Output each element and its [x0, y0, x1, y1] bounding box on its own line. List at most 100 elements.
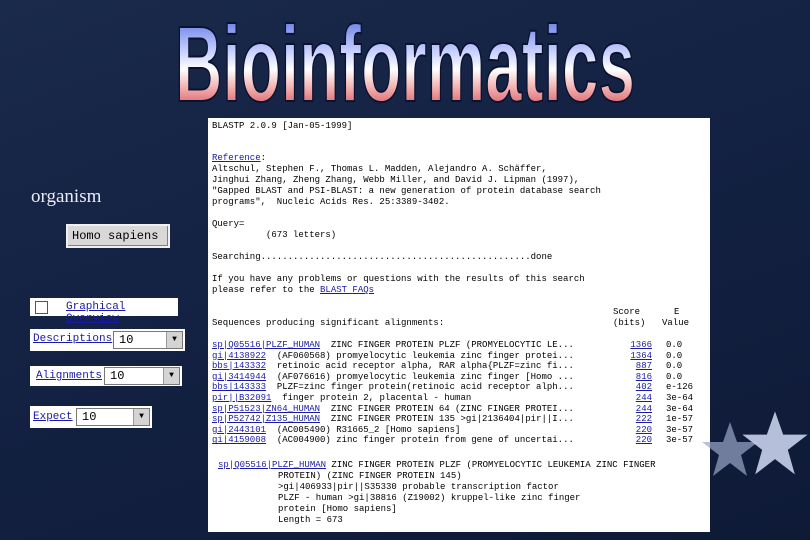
- hit-description: retinoic acid receptor alpha, RAR alpha{…: [266, 361, 574, 372]
- chevron-down-icon: ▼: [166, 332, 182, 348]
- hit-score-link[interactable]: 1366: [628, 340, 652, 351]
- hit-evalue: 3e-64: [666, 403, 694, 414]
- hit-score-link[interactable]: 402: [628, 382, 652, 393]
- graphical-overview-option: Graphical Overview: [30, 298, 178, 325]
- detail-line: >gi|406933|pir||S35330 probable transcri…: [278, 482, 559, 492]
- query-label: Query=: [212, 219, 245, 229]
- blast-result-panel: BLASTP 2.0.9 [Jan-05-1999] Reference: Al…: [208, 118, 710, 532]
- hit-row: pir||B32091 finger protein 2, placental …: [212, 393, 706, 404]
- hit-row: gi|4159008 (AC004900) zinc finger protei…: [212, 435, 706, 446]
- hit-description: (AC005490) R31665_2 [Homo sapiens]: [266, 424, 461, 435]
- hit-evalue: e-126: [666, 382, 694, 393]
- blast-version: BLASTP 2.0.9 [Jan-05-1999]: [212, 121, 353, 131]
- hit-row: gi|4138922 (AF060568) promyelocytic leuk…: [212, 351, 706, 362]
- blast-faq-link[interactable]: BLAST FAQs: [320, 285, 374, 295]
- chevron-down-icon: ▼: [163, 368, 179, 384]
- hit-accession-link[interactable]: gi|2443101: [212, 425, 266, 435]
- column-bits: (bits): [613, 318, 646, 328]
- hit-score-link[interactable]: 220: [628, 435, 652, 446]
- reference-text: programs", Nucleic Acids Res. 25:3389-34…: [212, 197, 450, 207]
- hit-accession-link[interactable]: bbs|143333: [212, 382, 266, 392]
- alignments-value: 10: [110, 369, 125, 383]
- alignments-option: Alignments 10 ▼: [30, 366, 182, 386]
- bioinformatics-title: Bioinformatics: [170, 2, 640, 125]
- reference-link[interactable]: Reference: [212, 153, 261, 163]
- hit-description: (AC004900) zinc finger protein from gene…: [266, 435, 574, 446]
- detail-line: Length = 673: [278, 515, 343, 525]
- alignments-link[interactable]: Alignments: [36, 370, 102, 382]
- hit-score-link[interactable]: 887: [628, 361, 652, 372]
- reference-text: Altschul, Stephen F., Thomas L. Madden, …: [212, 164, 547, 174]
- hit-score-link[interactable]: 1364: [628, 351, 652, 362]
- hit-score-link[interactable]: 222: [628, 414, 652, 425]
- hit-row: sp|Q05516|PLZF_HUMAN ZINC FINGER PROTEIN…: [212, 340, 706, 351]
- sequences-heading: Sequences producing significant alignmen…: [212, 318, 445, 328]
- hit-evalue: 0.0: [666, 350, 683, 361]
- hit-description: finger protein 2, placental - human: [271, 393, 472, 403]
- hit-row: gi|3414944 (AF076616) promyelocytic leuk…: [212, 372, 706, 383]
- chevron-down-icon: ▼: [133, 409, 149, 425]
- detail-line: PROTEIN) (ZINC FINGER PROTEIN 145): [278, 471, 462, 481]
- hit-description: (AF076616) promyelocytic leukemia zinc f…: [266, 371, 574, 382]
- query-letters: (673 letters): [266, 230, 337, 240]
- hit-row: bbs|143333 PLZF=zinc finger protein(reti…: [212, 382, 706, 393]
- hit-evalue: 3e-64: [666, 393, 694, 403]
- column-e: E: [674, 307, 680, 317]
- title-text: Bioinformatics: [175, 6, 635, 116]
- hit-accession-link[interactable]: sp|Q05516|PLZF_HUMAN: [212, 340, 320, 350]
- hit-accession-link[interactable]: pir||B32091: [212, 393, 271, 403]
- searching-status: Searching...............................…: [212, 252, 553, 262]
- detail-line: PLZF - human >gi|38816 (Z19002) kruppel-…: [278, 493, 581, 503]
- hit-row: sp|P51523|ZN64_HUMAN ZINC FINGER PROTEIN…: [212, 404, 706, 415]
- hit-row: bbs|143332 retinoic acid receptor alpha,…: [212, 361, 706, 372]
- descriptions-link[interactable]: Descriptions: [33, 333, 112, 345]
- hit-description: ZINC FINGER PROTEIN 64 (ZINC FINGER PROT…: [320, 403, 574, 414]
- hit-description: ZINC FINGER PROTEIN 135 >gi|2136404|pir|…: [320, 414, 574, 425]
- problems-text-2: please refer to the BLAST FAQs: [212, 285, 375, 295]
- detail-header: sp|Q05516|PLZF_HUMAN ZINC FINGER PROTEIN…: [218, 460, 656, 470]
- hit-evalue: 3e-57: [666, 424, 694, 435]
- problems-text: If you have any problems or questions wi…: [212, 274, 585, 284]
- hit-description: PLZF=zinc finger protein(retinoic acid r…: [266, 382, 574, 393]
- detail-accession-link[interactable]: sp|Q05516|PLZF_HUMAN: [218, 460, 326, 470]
- hit-description: (AF060568) promyelocytic leukemia zinc f…: [266, 350, 574, 361]
- expect-select[interactable]: 10 ▼: [76, 408, 150, 426]
- hit-score-link[interactable]: 220: [628, 425, 652, 436]
- reference-text: "Gapped BLAST and PSI-BLAST: a new gener…: [212, 186, 601, 196]
- column-value: Value: [662, 318, 690, 328]
- hit-evalue: 0.0: [666, 371, 683, 382]
- hit-evalue: 0.0: [666, 361, 683, 372]
- hit-evalue: 1e-57: [666, 414, 694, 425]
- column-score: Score: [613, 307, 641, 317]
- hit-accession-link[interactable]: gi|4159008: [212, 435, 266, 445]
- graphical-overview-link[interactable]: Graphical Overview: [66, 301, 178, 325]
- expect-option: Expect 10 ▼: [30, 406, 152, 428]
- hit-accession-link[interactable]: bbs|143332: [212, 361, 266, 371]
- expect-link[interactable]: Expect: [33, 411, 73, 423]
- organism-label: organism: [31, 186, 102, 207]
- hit-score-link[interactable]: 816: [628, 372, 652, 383]
- descriptions-select[interactable]: 10 ▼: [113, 331, 183, 349]
- expect-value: 10: [82, 410, 97, 424]
- hit-accession-link[interactable]: gi|3414944: [212, 372, 266, 382]
- hit-row: gi|2443101 (AC005490) R31665_2 [Homo sap…: [212, 425, 706, 436]
- hit-score-link[interactable]: 244: [628, 393, 652, 404]
- hit-accession-link[interactable]: gi|4138922: [212, 351, 266, 361]
- alignments-select[interactable]: 10 ▼: [104, 367, 180, 385]
- hit-score-link[interactable]: 244: [628, 404, 652, 415]
- star-icon: [742, 411, 808, 475]
- hit-accession-link[interactable]: sp|P52742|Z135_HUMAN: [212, 414, 320, 424]
- hit-description: ZINC FINGER PROTEIN PLZF (PROMYELOCYTIC …: [320, 340, 574, 350]
- hit-evalue: 0.0: [666, 340, 683, 350]
- hit-evalue: 3e-57: [666, 435, 694, 446]
- organism-value: Homo sapiens: [72, 229, 159, 243]
- descriptions-option: Descriptions 10 ▼: [30, 329, 185, 351]
- reference-line: Reference:: [212, 153, 267, 163]
- hit-accession-link[interactable]: sp|P51523|ZN64_HUMAN: [212, 404, 320, 414]
- reference-text: Jinghui Zhang, Zheng Zhang, Webb Miller,…: [212, 175, 580, 185]
- graphical-overview-checkbox[interactable]: [35, 301, 48, 314]
- organism-select[interactable]: Homo sapiens: [66, 224, 170, 248]
- hit-row: sp|P52742|Z135_HUMAN ZINC FINGER PROTEIN…: [212, 414, 706, 425]
- descriptions-value: 10: [119, 333, 134, 347]
- detail-line: protein [Homo sapiens]: [278, 504, 397, 514]
